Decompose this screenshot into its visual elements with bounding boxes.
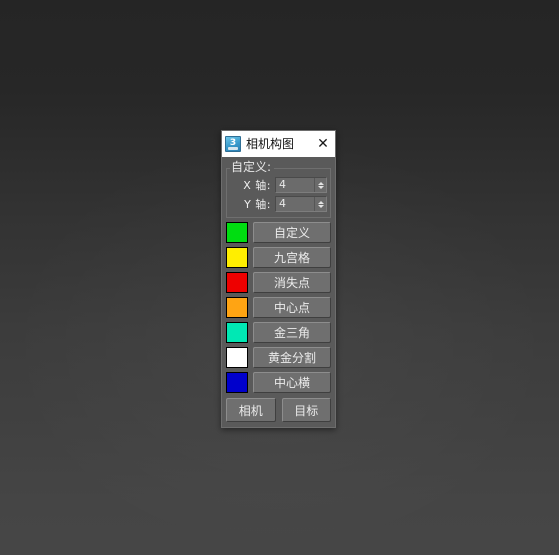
list-item: 消失点 xyxy=(226,272,331,293)
x-axis-value[interactable]: 4 xyxy=(276,178,314,192)
color-swatch-center-horizontal[interactable] xyxy=(226,372,248,393)
y-axis-label: Y 轴: xyxy=(244,198,271,211)
color-swatch-center-point[interactable] xyxy=(226,297,248,318)
color-swatch-custom[interactable] xyxy=(226,222,248,243)
color-swatch-grid[interactable] xyxy=(226,247,248,268)
x-axis-label: X 轴: xyxy=(243,179,271,192)
custom-groupbox: 自定义: X 轴: 4 Y 轴: 4 xyxy=(226,161,331,218)
chevron-up-icon[interactable] xyxy=(317,181,324,185)
y-axis-value[interactable]: 4 xyxy=(276,197,314,211)
overlay-button-golden-triangle[interactable]: 金三角 xyxy=(253,322,331,343)
dialog-body: 自定义: X 轴: 4 Y 轴: 4 自定义 九宫格 消失点 中心点 金三角 黄… xyxy=(222,157,335,427)
list-item: 自定义 xyxy=(226,222,331,243)
y-axis-spinner-arrows[interactable] xyxy=(314,197,326,211)
list-item: 金三角 xyxy=(226,322,331,343)
overlay-button-custom[interactable]: 自定义 xyxy=(253,222,331,243)
overlay-button-center-point[interactable]: 中心点 xyxy=(253,297,331,318)
chevron-down-icon[interactable] xyxy=(317,204,324,208)
overlay-rows: 自定义 九宫格 消失点 中心点 金三角 黄金分割 中心横 xyxy=(226,222,331,393)
dialog-titlebar[interactable]: 3 相机构图 ✕ xyxy=(222,131,335,157)
list-item: 九宫格 xyxy=(226,247,331,268)
dialog-title: 相机构图 xyxy=(246,137,295,151)
color-swatch-golden-triangle[interactable] xyxy=(226,322,248,343)
target-button[interactable]: 目标 xyxy=(281,398,331,422)
color-swatch-golden-ratio[interactable] xyxy=(226,347,248,368)
camera-button[interactable]: 相机 xyxy=(226,398,276,422)
y-axis-row: Y 轴: 4 xyxy=(230,196,327,212)
x-axis-spinner-arrows[interactable] xyxy=(314,178,326,192)
chevron-up-icon[interactable] xyxy=(317,200,324,204)
overlay-button-center-horizontal[interactable]: 中心横 xyxy=(253,372,331,393)
close-icon[interactable]: ✕ xyxy=(313,133,333,155)
3dsmax-app-icon: 3 xyxy=(225,136,241,152)
x-axis-row: X 轴: 4 xyxy=(230,177,327,193)
x-axis-spinner[interactable]: 4 xyxy=(275,177,327,193)
custom-groupbox-title: 自定义: xyxy=(230,161,275,174)
list-item: 黄金分割 xyxy=(226,347,331,368)
bottom-button-row: 相机 目标 xyxy=(226,398,331,422)
color-swatch-vanishing-point[interactable] xyxy=(226,272,248,293)
overlay-button-grid[interactable]: 九宫格 xyxy=(253,247,331,268)
chevron-down-icon[interactable] xyxy=(317,185,324,189)
list-item: 中心横 xyxy=(226,372,331,393)
overlay-button-golden-ratio[interactable]: 黄金分割 xyxy=(253,347,331,368)
list-item: 中心点 xyxy=(226,297,331,318)
camera-composition-dialog: 3 相机构图 ✕ 自定义: X 轴: 4 Y 轴: 4 自定义 九宫格 消失点 … xyxy=(221,130,336,428)
app-icon-glyph: 3 xyxy=(229,137,237,148)
y-axis-spinner[interactable]: 4 xyxy=(275,196,327,212)
overlay-button-vanishing-point[interactable]: 消失点 xyxy=(253,272,331,293)
